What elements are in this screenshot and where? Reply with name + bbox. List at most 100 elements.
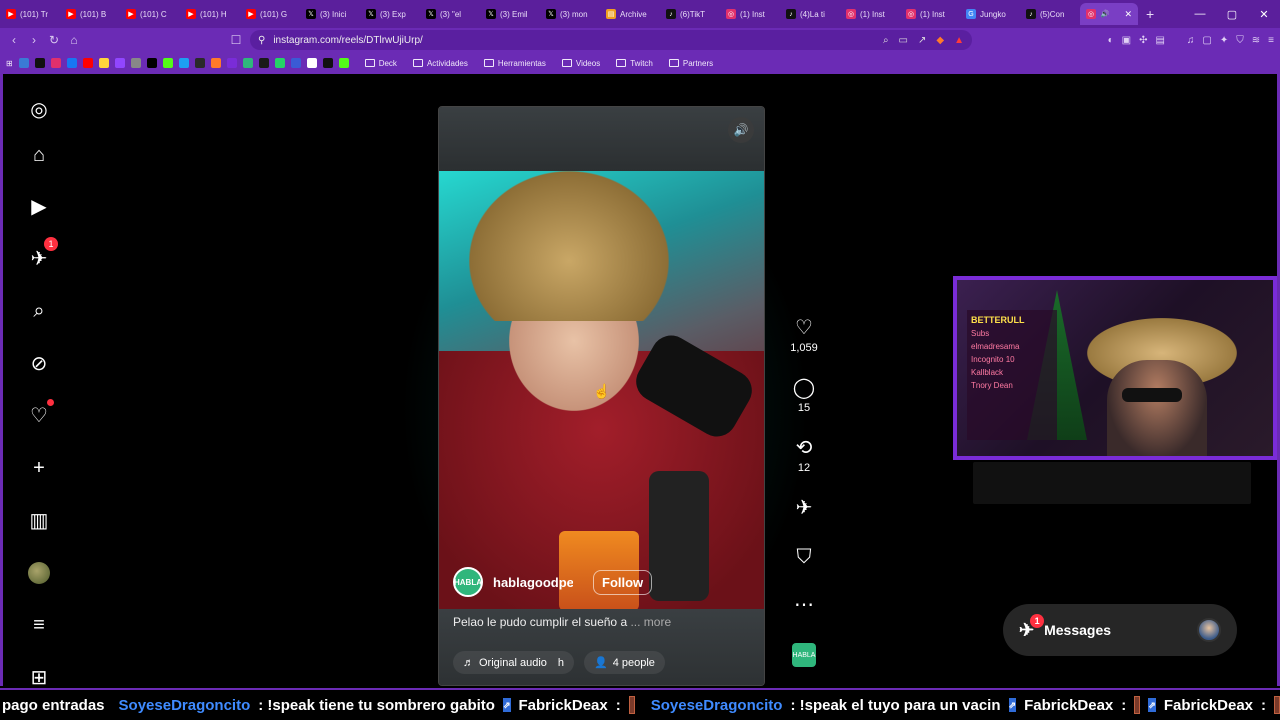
bookmark-folder[interactable]: Deck bbox=[364, 59, 397, 68]
browser-tab[interactable]: ▶ (101) C bbox=[120, 3, 180, 25]
browser-tab[interactable]: 𝕏 (3) Emil bbox=[480, 3, 540, 25]
close-window-icon[interactable]: ✕ bbox=[1248, 8, 1280, 21]
forward-icon[interactable]: › bbox=[24, 33, 44, 47]
extension-icon[interactable]: ◐ bbox=[1108, 35, 1114, 46]
bookmark-folder[interactable]: Herramientas bbox=[483, 59, 546, 68]
browser-tab[interactable]: ♪ (5)Con bbox=[1020, 3, 1080, 25]
sound-toggle-icon[interactable]: 🔊 bbox=[728, 117, 754, 143]
author-avatar[interactable]: HABLA bbox=[453, 567, 483, 597]
browser-tab[interactable]: G Jungko bbox=[960, 3, 1020, 25]
bookmark-folder[interactable]: Videos bbox=[561, 59, 600, 68]
maximize-icon[interactable]: ▢ bbox=[1216, 8, 1248, 21]
rewards-icon[interactable]: ▲ bbox=[954, 35, 964, 46]
music-icon[interactable]: ♫ bbox=[1187, 35, 1195, 46]
author-username[interactable]: hablagoodpe bbox=[493, 575, 573, 590]
more-menu-icon[interactable]: ≡ bbox=[26, 612, 52, 638]
bookmark-favicon-icon[interactable] bbox=[226, 58, 237, 68]
browser-tab[interactable]: 𝕏 (3) "el bbox=[420, 3, 480, 25]
tab-active-instagram[interactable]: ◎ 🔊 ✕ bbox=[1080, 3, 1138, 25]
like-button[interactable]: ♡ 1,059 bbox=[786, 316, 822, 354]
cast-icon[interactable]: ▭ bbox=[899, 35, 908, 46]
bookmark-favicon-icon[interactable] bbox=[98, 58, 109, 68]
bookmark-favicon-icon[interactable] bbox=[82, 58, 93, 68]
browser-tab[interactable]: 𝕏 (3) Exp bbox=[360, 3, 420, 25]
home-icon[interactable]: ⌂ bbox=[64, 33, 84, 47]
bookmark-favicon-icon[interactable] bbox=[18, 58, 29, 68]
messages-icon[interactable]: ✈ 1 bbox=[26, 237, 58, 271]
browser-tab[interactable]: ▶ (101) Tr bbox=[0, 3, 60, 25]
site-info-icon[interactable]: ⚲ bbox=[258, 35, 265, 46]
bookmark-favicon-icon[interactable] bbox=[162, 58, 173, 68]
bookmark-folder[interactable]: Actividades bbox=[412, 59, 468, 68]
bookmark-favicon-icon[interactable] bbox=[322, 58, 333, 68]
follow-button[interactable]: Follow bbox=[593, 569, 653, 595]
instagram-logo-icon[interactable]: ◎ bbox=[26, 96, 52, 122]
more-link[interactable]: ... more bbox=[630, 615, 671, 629]
puzzle-icon[interactable]: ✣ bbox=[1139, 35, 1147, 46]
bookmark-icon[interactable]: ☐ bbox=[226, 33, 246, 47]
browser-tab[interactable]: ▶ (101) H bbox=[180, 3, 240, 25]
messages-button[interactable]: ✈ 1 Messages bbox=[1003, 604, 1237, 656]
browser-tab[interactable]: 𝕏 (3) mon bbox=[540, 3, 600, 25]
extension-icon[interactable]: ▣ bbox=[1122, 35, 1131, 46]
search-icon[interactable]: ⌕ bbox=[26, 298, 52, 324]
browser-tab[interactable]: ♪ (6)TikT bbox=[660, 3, 720, 25]
notifications-heart-icon[interactable]: ♡ bbox=[26, 399, 54, 428]
save-button[interactable]: ⛉ bbox=[786, 545, 822, 569]
leo-icon[interactable]: ✦ bbox=[1220, 35, 1228, 46]
reels-icon[interactable]: ▶ bbox=[26, 193, 52, 219]
bookmark-favicon-icon[interactable] bbox=[50, 58, 61, 68]
vpn-icon[interactable]: ⛉ bbox=[1236, 35, 1244, 46]
create-icon[interactable]: + bbox=[26, 455, 52, 481]
explore-icon[interactable]: ⊘ bbox=[26, 350, 52, 376]
bookmark-favicon-icon[interactable] bbox=[306, 58, 317, 68]
bookmark-favicon-icon[interactable] bbox=[66, 58, 77, 68]
profile-icon[interactable]: ≋ bbox=[1252, 35, 1260, 46]
browser-tab[interactable]: ▶ (101) B bbox=[60, 3, 120, 25]
wallet-icon[interactable]: ▢ bbox=[1202, 35, 1211, 46]
home-icon[interactable]: ⌂ bbox=[26, 142, 52, 168]
reel-player[interactable]: ☝ 🔊 HABLA hablagoodpe Follow Pelao le pu… bbox=[438, 106, 765, 686]
browser-tab[interactable]: ♪ (4)La ti bbox=[780, 3, 840, 25]
tagged-people-chip[interactable]: 👤 4 people bbox=[584, 651, 665, 674]
sidebar-toggle-icon[interactable]: ▤ bbox=[1155, 35, 1164, 46]
zoom-icon[interactable]: ⌕ bbox=[883, 35, 889, 46]
repost-button[interactable]: ⟲ 12 bbox=[786, 436, 822, 474]
dashboard-icon[interactable]: ▥ bbox=[26, 507, 52, 533]
back-icon[interactable]: ‹ bbox=[4, 33, 24, 47]
bookmark-favicon-icon[interactable] bbox=[242, 58, 253, 68]
audio-chip[interactable]: ♬ Original audio h bbox=[453, 651, 574, 674]
bookmark-folder[interactable]: Twitch bbox=[616, 59, 653, 68]
bookmark-favicon-icon[interactable] bbox=[194, 58, 205, 68]
minimize-icon[interactable]: — bbox=[1184, 8, 1216, 20]
more-options-button[interactable]: ⋯ bbox=[786, 593, 822, 617]
new-tab-button[interactable]: + bbox=[1138, 6, 1162, 22]
share-button[interactable]: ✈ bbox=[786, 496, 822, 520]
bookmark-favicon-icon[interactable] bbox=[34, 58, 45, 68]
bookmark-favicon-icon[interactable] bbox=[258, 58, 269, 68]
bookmark-favicon-icon[interactable] bbox=[178, 58, 189, 68]
browser-tab[interactable]: ▶ (101) G bbox=[240, 3, 300, 25]
bookmark-favicon-icon[interactable] bbox=[274, 58, 285, 68]
reel-video[interactable]: ☝ bbox=[439, 171, 764, 609]
close-tab-icon[interactable]: ✕ bbox=[1124, 9, 1132, 20]
bookmark-favicon-icon[interactable] bbox=[130, 58, 141, 68]
comment-button[interactable]: ◯ 15 bbox=[786, 376, 822, 414]
also-from-meta-icon[interactable]: ⊞ bbox=[26, 664, 52, 690]
bookmark-favicon-icon[interactable] bbox=[114, 58, 125, 68]
bookmark-favicon-icon[interactable] bbox=[290, 58, 301, 68]
browser-tab[interactable]: ◎ (1) Inst bbox=[900, 3, 960, 25]
address-bar[interactable]: ⚲ instagram.com/reels/DTlrwUjiUrp/ ⌕ ▭ ↗… bbox=[250, 30, 972, 50]
apps-grid-icon[interactable]: ⊞ bbox=[6, 59, 13, 68]
bookmark-favicon-icon[interactable] bbox=[210, 58, 221, 68]
bookmark-favicon-icon[interactable] bbox=[146, 58, 157, 68]
share-icon[interactable]: ↗ bbox=[918, 35, 926, 46]
speaker-icon[interactable]: 🔊 bbox=[1100, 9, 1110, 19]
reload-icon[interactable]: ↻ bbox=[44, 33, 64, 47]
bookmark-folder[interactable]: Partners bbox=[668, 59, 713, 68]
shield-icon[interactable]: ◆ bbox=[936, 35, 944, 46]
menu-icon[interactable]: ≡ bbox=[1268, 35, 1274, 46]
bookmark-favicon-icon[interactable] bbox=[338, 58, 349, 68]
browser-tab[interactable]: ◎ (1) Inst bbox=[840, 3, 900, 25]
browser-tab[interactable]: 𝕏 (3) Inici bbox=[300, 3, 360, 25]
